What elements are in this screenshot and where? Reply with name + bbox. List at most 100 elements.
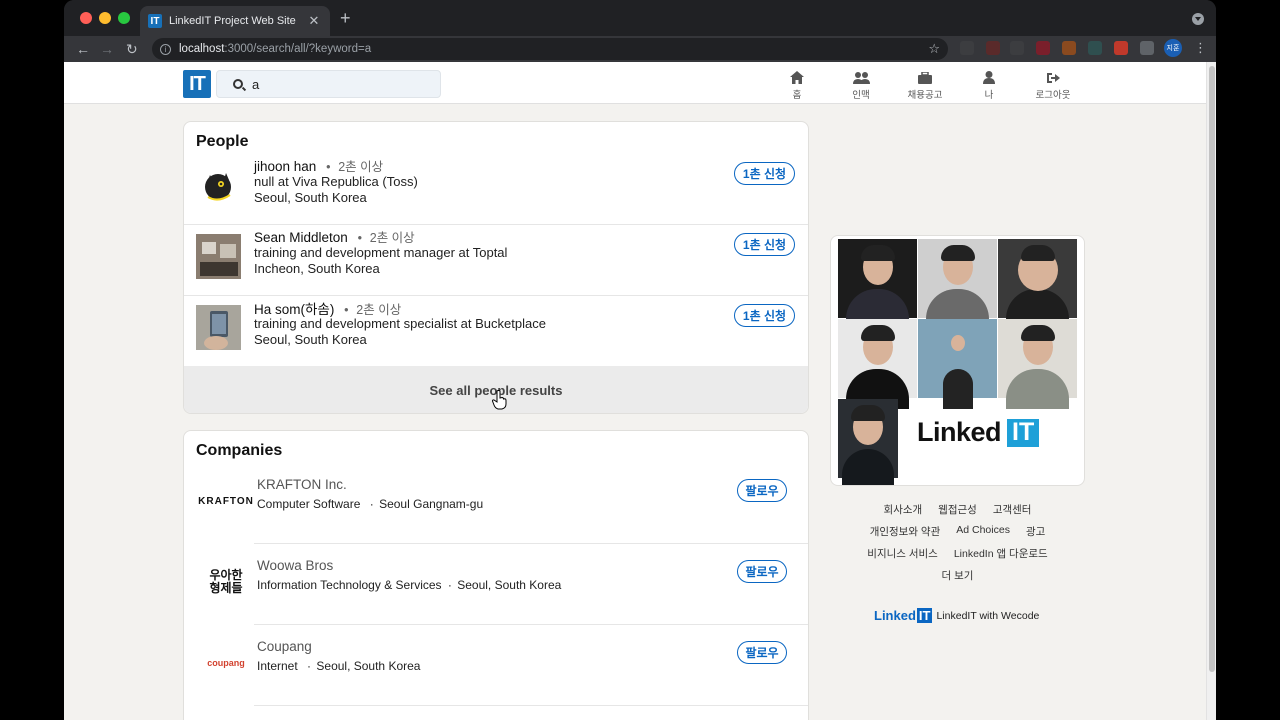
person-name[interactable]: jihoon han	[254, 159, 316, 174]
footer-link[interactable]: 고객센터	[993, 502, 1032, 517]
company-location: Seoul, South Korea	[457, 578, 562, 592]
connect-button[interactable]: 1촌 신청	[734, 304, 795, 327]
extension-icon[interactable]	[986, 41, 1000, 55]
person-headline: null at Viva Republica (Toss)	[254, 174, 418, 189]
nav-home[interactable]: 홈	[765, 68, 829, 101]
extension-icon[interactable]	[960, 41, 974, 55]
follow-button[interactable]: 팔로우	[737, 479, 787, 502]
company-industry: Computer Software	[257, 497, 361, 511]
reload-icon[interactable]: ↻	[126, 40, 138, 58]
footer-link[interactable]: 비지니스 서비스	[867, 546, 938, 561]
separator-dot: ·	[447, 578, 452, 592]
browser-tab[interactable]: IT LinkedIT Project Web Site ✕	[140, 6, 330, 36]
team-photo	[838, 399, 898, 485]
search-input[interactable]	[252, 76, 432, 92]
hand-cursor-icon	[492, 390, 507, 410]
person-location: Seoul, South Korea	[254, 190, 367, 205]
extension-icon[interactable]	[1036, 41, 1050, 55]
list-item[interactable]: KRAFTON KRAFTON Inc. Computer Software ·…	[184, 463, 808, 544]
credit-logo-box: IT	[916, 608, 933, 623]
tab-search-icon[interactable]	[1192, 13, 1204, 25]
team-photo	[998, 319, 1077, 409]
extension-icon[interactable]	[1062, 41, 1076, 55]
site-info-icon[interactable]: i	[160, 43, 171, 55]
list-item[interactable]: Sean Middleton • 2촌 이상 training and deve…	[184, 225, 808, 296]
footer-link[interactable]: 더 보기	[942, 568, 974, 583]
puzzle-icon[interactable]	[1140, 41, 1154, 55]
site-logo[interactable]: IT	[183, 70, 211, 98]
nav-label: 채용공고	[907, 90, 943, 101]
scrollbar[interactable]	[1206, 62, 1216, 720]
footer-row: 개인정보와 약관 Ad Choices 광고	[830, 524, 1085, 539]
follow-button[interactable]: 팔로우	[737, 641, 787, 664]
extension-icon[interactable]	[1114, 41, 1128, 55]
list-item[interactable]: coupang Coupang Internet · Seoul, South …	[184, 625, 808, 706]
nav-me[interactable]: 나	[957, 68, 1021, 101]
page-viewport: IT 홈 인맥 채용공고	[64, 62, 1216, 720]
divider	[254, 705, 808, 706]
connect-button[interactable]: 1촌 신청	[734, 233, 795, 256]
extension-icon[interactable]	[1010, 41, 1024, 55]
nav-label: 나	[984, 90, 994, 101]
avatar[interactable]	[196, 234, 241, 279]
nav-network[interactable]: 인맥	[829, 68, 893, 101]
footer-link[interactable]: 광고	[1026, 524, 1045, 539]
extension-icon[interactable]	[1088, 41, 1102, 55]
footer-link[interactable]: 회사소개	[884, 502, 923, 517]
address-bar[interactable]: i localhost:3000/search/all/?keyword=a ☆	[152, 38, 948, 60]
list-item[interactable]: 우아한 형제들 Woowa Bros Information Technolog…	[184, 544, 808, 625]
connect-button[interactable]: 1촌 신청	[734, 162, 795, 185]
new-tab-button[interactable]: +	[340, 9, 351, 27]
footer-link[interactable]: Ad Choices	[956, 524, 1010, 539]
tab-title: LinkedIT Project Web Site	[169, 15, 296, 27]
avatar[interactable]	[196, 305, 241, 350]
promo-card[interactable]: Linked IT	[830, 235, 1085, 486]
footer-link[interactable]: LinkedIn 앱 다운로드	[954, 546, 1048, 561]
connection-degree: 2촌 이상	[338, 160, 384, 174]
avatar[interactable]	[196, 163, 241, 208]
browser-toolbar: ← → ↻ i localhost:3000/search/all/?keywo…	[64, 36, 1216, 62]
team-photo	[998, 239, 1077, 329]
minimize-window-button[interactable]	[99, 12, 111, 24]
home-icon	[790, 68, 804, 84]
back-icon[interactable]: ←	[76, 40, 90, 58]
company-info: Computer Software · Seoul Gangnam-gu	[257, 497, 483, 511]
search-box[interactable]	[216, 70, 441, 98]
menu-icon[interactable]: ⋮	[1194, 40, 1207, 56]
credit-text: LinkedIT with Wecode	[936, 609, 1040, 622]
person-name[interactable]: Ha som(하솜)	[254, 302, 334, 317]
url-path: :3000/search/all/?keyword=a	[224, 43, 372, 55]
nav-jobs[interactable]: 채용공고	[893, 68, 957, 101]
footer-credit: Linked IT LinkedIT with Wecode	[874, 608, 1039, 623]
company-name[interactable]: Woowa Bros	[257, 558, 333, 573]
people-card: People jihoon han • 2촌 이상 null at Viva R…	[183, 121, 809, 414]
team-photo	[918, 239, 997, 329]
company-name[interactable]: Coupang	[257, 639, 312, 654]
footer-link[interactable]: 개인정보와 약관	[870, 524, 941, 539]
person-name[interactable]: Sean Middleton	[254, 230, 348, 245]
scrollbar-thumb[interactable]	[1209, 66, 1215, 672]
company-industry: Information Technology & Services	[257, 578, 442, 592]
company-logo[interactable]: 우아한 형제들	[208, 562, 244, 602]
list-item[interactable]: Ha som(하솜) • 2촌 이상 training and developm…	[184, 296, 808, 367]
bookmark-star-icon[interactable]: ☆	[928, 41, 940, 57]
separator-dot: •	[326, 160, 331, 174]
tab-close-icon[interactable]: ✕	[306, 13, 322, 29]
brand-logo: Linked IT	[917, 417, 1040, 448]
person-location: Incheon, South Korea	[254, 261, 380, 276]
footer-row: 더 보기	[830, 568, 1085, 583]
follow-button[interactable]: 팔로우	[737, 560, 787, 583]
maximize-window-button[interactable]	[118, 12, 130, 24]
company-logo[interactable]: KRAFTON	[198, 481, 253, 521]
company-logo[interactable]: coupang	[202, 643, 250, 683]
company-name[interactable]: KRAFTON Inc.	[257, 477, 347, 492]
list-item[interactable]: jihoon han • 2촌 이상 null at Viva Republic…	[184, 154, 808, 225]
forward-icon[interactable]: →	[100, 40, 114, 58]
footer-link[interactable]: 웹접근성	[938, 502, 977, 517]
profile-avatar[interactable]: 지훈	[1164, 39, 1182, 57]
close-window-button[interactable]	[80, 12, 92, 24]
people-title: People	[196, 133, 249, 150]
briefcase-icon	[918, 68, 932, 84]
browser-window: IT LinkedIT Project Web Site ✕ + ← → ↻ i…	[64, 0, 1216, 720]
nav-logout[interactable]: 로그아웃	[1021, 68, 1085, 101]
